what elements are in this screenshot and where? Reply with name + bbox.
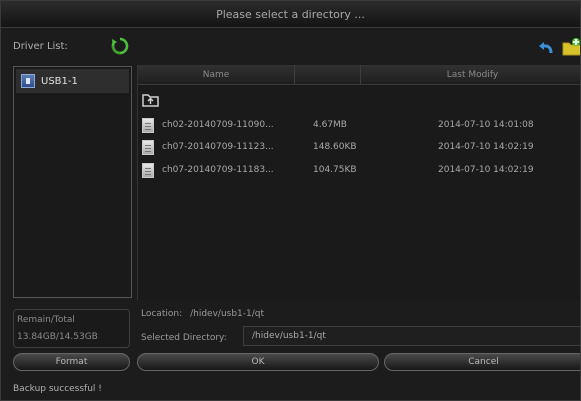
new-folder-icon[interactable]: [562, 37, 581, 57]
file-row[interactable]: ch07-20140709-11183... 104.75KB 2014-07-…: [138, 161, 580, 183]
file-name: ch07-20140709-11183...: [162, 165, 274, 175]
storage-value: 13.84GB/14.53GB: [17, 332, 98, 342]
file-last-modify: 2014-07-10 14:02:19: [438, 142, 534, 152]
selected-directory-label: Selected Directory:: [141, 333, 227, 343]
location-label: Location:: [141, 309, 183, 319]
status-message: Backup successful !: [13, 384, 102, 394]
file-name: ch02-20140709-11090...: [162, 120, 274, 130]
storage-label: Remain/Total: [17, 315, 75, 325]
file-icon: [142, 118, 154, 133]
file-size: 148.60KB: [313, 142, 357, 152]
file-size: 4.67MB: [313, 120, 347, 130]
selected-directory-field[interactable]: /hidev/usb1-1/qt: [243, 326, 580, 346]
file-last-modify: 2014-07-10 14:02:19: [438, 165, 534, 175]
ok-button[interactable]: OK: [137, 353, 379, 371]
format-button[interactable]: Format: [13, 353, 130, 371]
file-size: 104.75KB: [313, 165, 357, 175]
file-icon: [142, 140, 154, 155]
file-name: ch07-20140709-11123...: [162, 142, 274, 152]
column-header-name[interactable]: Name: [138, 65, 295, 85]
driver-item-usb1-1[interactable]: USB1-1: [16, 69, 129, 93]
driver-list: USB1-1: [13, 66, 132, 298]
back-icon[interactable]: [538, 39, 554, 55]
file-list-header: Name Last Modify: [138, 65, 580, 85]
parent-directory-icon[interactable]: [142, 91, 162, 107]
file-list-panel: Name Last Modify ch02-20140709-11090... …: [137, 65, 580, 300]
usb-drive-icon: [21, 74, 35, 88]
select-directory-dialog: Please select a directory ... Driver Lis…: [0, 0, 581, 401]
dialog-title: Please select a directory ...: [1, 1, 580, 28]
file-row[interactable]: ch07-20140709-11123... 148.60KB 2014-07-…: [138, 138, 580, 160]
driver-list-label: Driver List:: [13, 41, 68, 52]
column-header-last-modify[interactable]: Last Modify: [361, 65, 580, 85]
driver-item-label: USB1-1: [41, 75, 78, 87]
location-value: /hidev/usb1-1/qt: [190, 309, 265, 319]
file-icon: [142, 163, 154, 178]
cancel-button[interactable]: Cancel: [384, 353, 580, 371]
file-row[interactable]: ch02-20140709-11090... 4.67MB 2014-07-10…: [138, 116, 580, 138]
column-header-size[interactable]: [295, 65, 361, 85]
file-last-modify: 2014-07-10 14:01:08: [438, 120, 534, 130]
location-row: Location: /hidev/usb1-1/qt: [141, 309, 264, 319]
refresh-icon[interactable]: [111, 37, 129, 55]
storage-info-box: Remain/Total 13.84GB/14.53GB: [13, 309, 130, 348]
